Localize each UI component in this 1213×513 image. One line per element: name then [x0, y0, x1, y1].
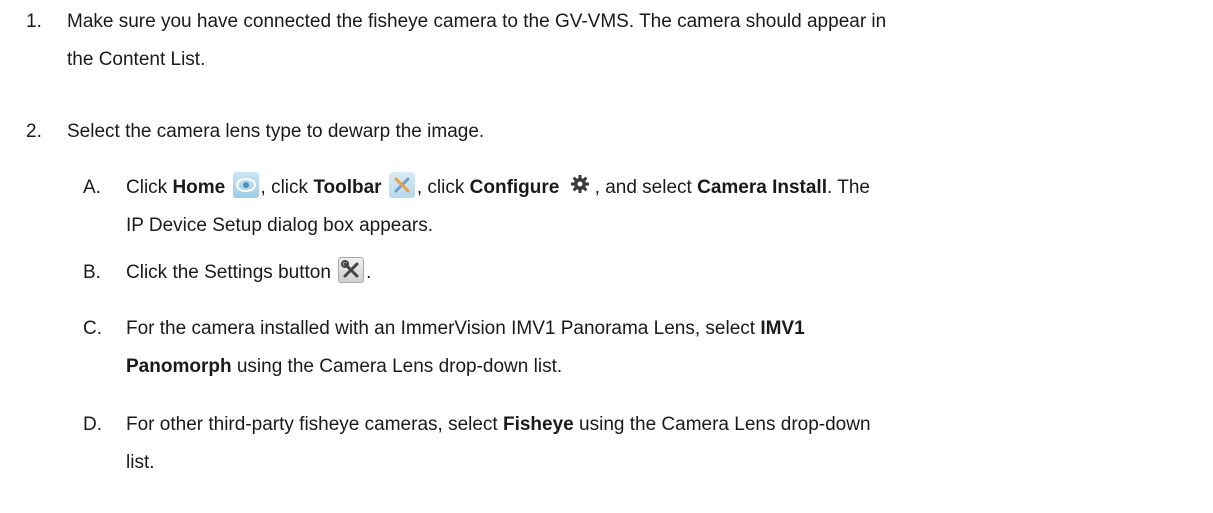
- substep-a-letter: A.: [83, 177, 101, 198]
- configure-label: Configure: [469, 177, 560, 198]
- instruction-document: 1. Make sure you have connected the fish…: [0, 0, 1213, 513]
- substep-c-line-2: Panomorph using the Camera Lens drop-dow…: [126, 348, 1206, 386]
- text-span: Click: [126, 177, 173, 198]
- substep-c-letter: C.: [83, 318, 102, 339]
- text-span: , and select: [594, 177, 698, 198]
- step-2-number: 2.: [26, 121, 42, 142]
- step-1-text: Make sure you have connected the fisheye…: [67, 3, 1207, 79]
- text-span: For other third-party fisheye cameras, s…: [126, 414, 503, 435]
- camera-install-label: Camera Install: [697, 177, 827, 198]
- toolbar-label: Toolbar: [313, 177, 382, 198]
- step-1-line-2: the Content List.: [67, 49, 206, 70]
- home-label: Home: [172, 177, 226, 198]
- substep-a-text: Click Home , click Toolbar , click Confi…: [126, 169, 1206, 245]
- settings-icon: [338, 257, 365, 283]
- substep-b-text: Click the Settings button .: [126, 254, 1206, 292]
- text-span: , click: [260, 177, 314, 198]
- substep-d-line-1: For other third-party fisheye cameras, s…: [126, 406, 1206, 444]
- substep-a-line-2: IP Device Setup dialog box appears.: [126, 215, 434, 236]
- step-1-line-1: Make sure you have connected the fisheye…: [67, 11, 887, 32]
- step-1-number: 1.: [26, 11, 42, 32]
- substep-d-text: For other third-party fisheye cameras, s…: [126, 406, 1206, 482]
- substep-d-line-2: list.: [126, 452, 155, 473]
- substep-c-line-1: For the camera installed with an ImmerVi…: [126, 310, 1206, 348]
- substep-b-letter: B.: [83, 262, 101, 283]
- text-span: using the Camera Lens drop-down list.: [231, 356, 563, 377]
- text-span: using the Camera Lens drop-down: [573, 414, 871, 435]
- substep-c-text: For the camera installed with an ImmerVi…: [126, 310, 1206, 386]
- substep-a-line-1: Click Home , click Toolbar , click Confi…: [126, 169, 1206, 207]
- toolbar-icon: [388, 172, 415, 198]
- text-span: Click the Settings button: [126, 262, 331, 283]
- step-2-text: Select the camera lens type to dewarp th…: [67, 121, 485, 142]
- text-span: For the camera installed with an ImmerVi…: [126, 318, 761, 339]
- text-span: , click: [416, 177, 470, 198]
- home-icon: [232, 172, 259, 198]
- text-span: .: [366, 262, 372, 283]
- fisheye-label: Fisheye: [502, 414, 574, 435]
- panomorph-label: Panomorph: [126, 356, 232, 377]
- text-span: . The: [827, 177, 870, 198]
- gear-icon: [567, 172, 593, 198]
- imv1-label: IMV1: [760, 318, 805, 339]
- substep-d-letter: D.: [83, 414, 102, 435]
